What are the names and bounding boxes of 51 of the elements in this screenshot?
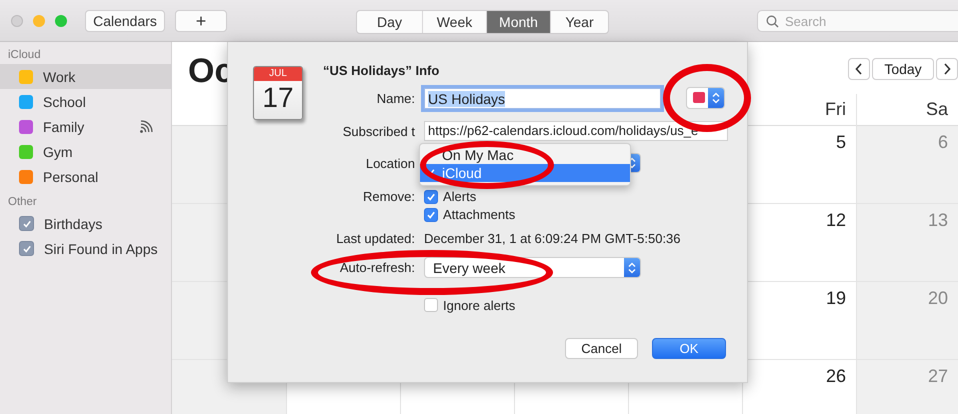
calendar-list-item[interactable]: Gym	[0, 139, 171, 164]
calendar-list-item[interactable]: Family	[0, 114, 171, 139]
calendar-list-item[interactable]: Siri Found in Apps	[0, 236, 171, 261]
view-tab[interactable]: Year	[551, 11, 608, 33]
calendar-name: Personal	[43, 168, 98, 184]
field-label: Auto-refresh:	[340, 260, 415, 275]
day-number: 5	[836, 132, 846, 153]
view-tab[interactable]: Day	[357, 11, 423, 33]
calendar-list-item[interactable]: Personal	[0, 164, 171, 189]
day-number: 12	[826, 210, 846, 231]
day-number: 13	[928, 210, 948, 231]
calendar-list-item[interactable]: School	[0, 89, 171, 114]
last-updated-value: December 31, 1 at 6:09:24 PM GMT-5:50:36	[424, 230, 681, 246]
weekday-header: Fri	[825, 99, 846, 120]
icon-day-label: 17	[262, 82, 294, 113]
day-number: 27	[928, 366, 948, 387]
field-label: Last updated:	[336, 230, 415, 246]
calendar-list-item[interactable]: Work	[0, 64, 171, 89]
weekday-header: Sa	[926, 99, 948, 120]
add-button[interactable]: +	[175, 10, 227, 32]
field-label: Subscribed t	[342, 124, 415, 138]
field-label: Location	[366, 156, 415, 170]
auto-refresh-popup[interactable]: Every week	[424, 257, 641, 278]
calendar-name: Birthdays	[44, 216, 102, 232]
ok-button[interactable]: OK	[652, 338, 726, 359]
day-number: 26	[826, 366, 846, 387]
field-label: Remove:	[362, 189, 415, 204]
checkbox-label: Ignore alerts	[443, 298, 516, 312]
calendars-button[interactable]: Calendars	[85, 10, 165, 32]
calendar-list-item[interactable]: Birthdays	[0, 211, 171, 236]
section-heading: Other	[7, 195, 38, 209]
url-field[interactable]: https://p62-calendars.icloud.com/holidays/us_e	[424, 121, 728, 141]
calendar-name: Family	[43, 118, 84, 134]
calendar-name: Siri Found in Apps	[44, 240, 158, 256]
calendar-name: Work	[43, 68, 76, 84]
day-number: 20	[928, 288, 948, 309]
calendar-name: School	[43, 94, 86, 110]
today-button[interactable]: Today	[872, 58, 934, 80]
menu-item[interactable]: iCloud	[420, 164, 630, 182]
name-field[interactable]: US Holidays	[424, 88, 661, 109]
icon-month-label: JUL	[269, 68, 287, 79]
checkbox-label: Alerts	[443, 189, 476, 204]
cancel-button[interactable]: Cancel	[565, 338, 638, 359]
calendar-name: Gym	[43, 144, 73, 160]
day-number: 6	[938, 132, 948, 153]
view-tab[interactable]: Month	[487, 11, 551, 33]
field-label: Name:	[376, 91, 415, 106]
section-heading: iCloud	[7, 48, 42, 62]
day-number: 19	[826, 288, 846, 309]
dialog-title: “US Holidays” Info	[323, 62, 440, 80]
checkbox-label: Attachments	[443, 207, 516, 222]
